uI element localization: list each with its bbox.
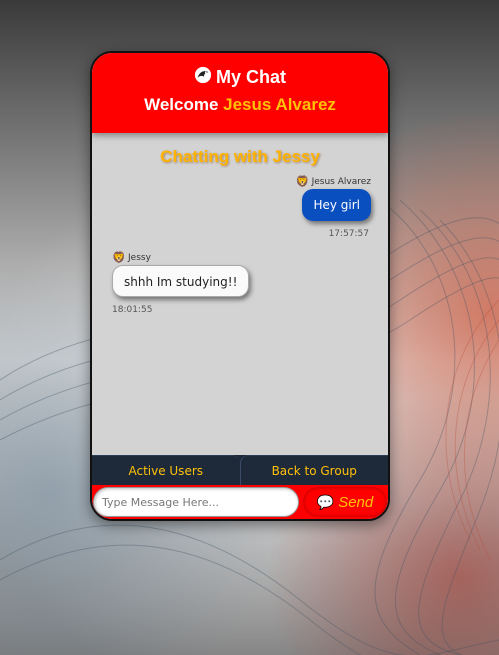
lion-icon: 🦁	[295, 175, 310, 188]
chat-heading: Chatting with Jessy	[160, 147, 320, 166]
speech-bubble-icon: 💬	[316, 493, 335, 510]
current-username: Jesus Alvarez	[223, 95, 336, 114]
message-area[interactable]: Chatting with Jessy 🦁 Jesus Alvarez Hey …	[92, 133, 388, 455]
message-time: 17:57:57	[328, 229, 369, 239]
send-label: Send	[338, 493, 374, 511]
app-header: My Chat Welcome Jesus Alvarez	[92, 53, 388, 133]
send-button[interactable]: 💬 Send	[303, 487, 387, 517]
active-users-button[interactable]: Active Users	[92, 455, 240, 485]
app-title-text: My Chat	[215, 67, 286, 87]
message-bubble: shhh Im studying!!	[112, 265, 250, 297]
dolphin-icon	[194, 66, 212, 89]
message-sender: Jessy	[128, 253, 151, 263]
welcome-line: Welcome Jesus Alvarez	[92, 95, 388, 115]
message-bubble: Hey girl	[302, 189, 371, 221]
bottom-nav: Active Users Back to Group	[92, 455, 388, 485]
chat-window: My Chat Welcome Jesus Alvarez Chatting w…	[90, 51, 390, 521]
lion-icon: 🦁	[112, 251, 126, 264]
message-sender: Jesus Alvarez	[311, 177, 371, 187]
message-input[interactable]	[93, 487, 299, 517]
welcome-prefix: Welcome	[144, 95, 224, 114]
app-title: My Chat	[92, 66, 388, 89]
back-to-group-button[interactable]: Back to Group	[239, 455, 388, 485]
message-meta: 🦁 Jesus Alvarez	[296, 175, 371, 189]
message-meta: 🦁 Jessy	[112, 251, 151, 265]
message-time: 18:01:55	[112, 305, 153, 315]
message-composer: 💬 Send	[92, 485, 388, 519]
